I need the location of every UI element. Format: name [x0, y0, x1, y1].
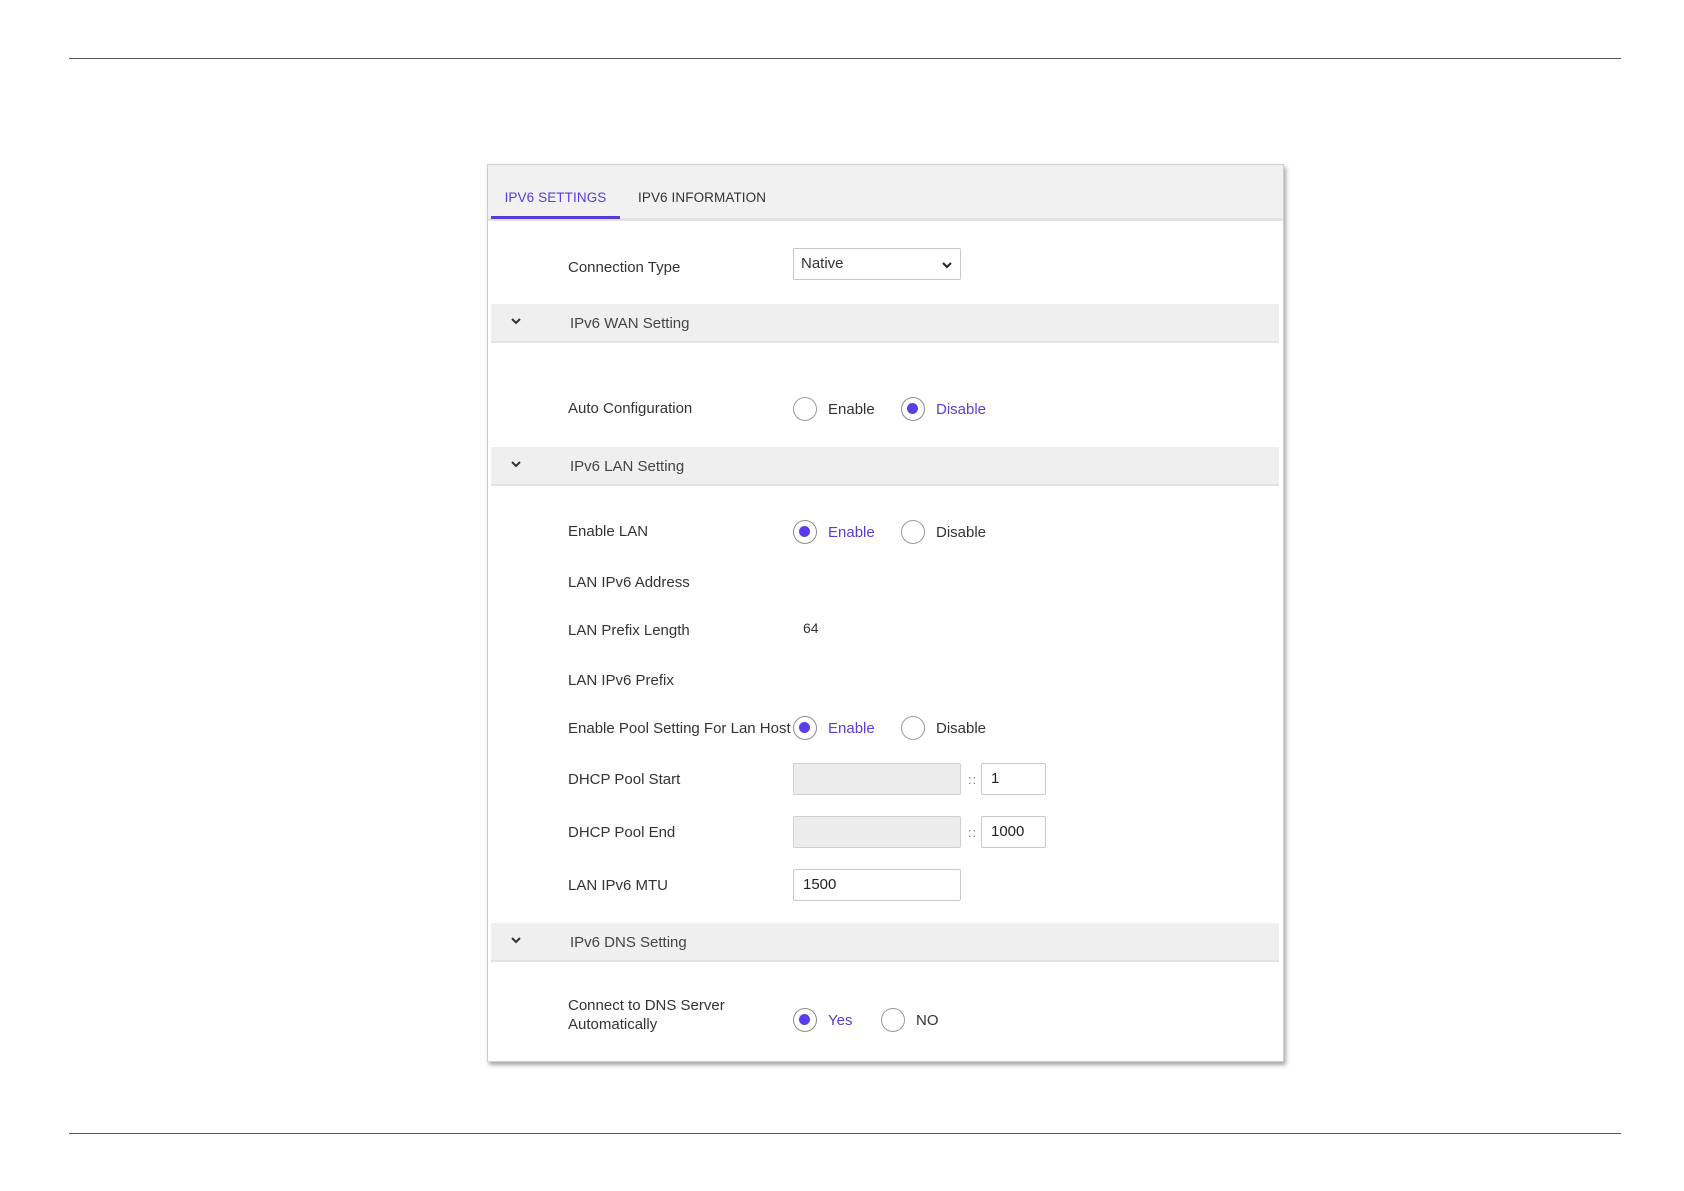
enable-lan-enable-label: Enable	[828, 524, 875, 541]
dhcp-pool-start-separator: ::	[968, 772, 978, 787]
chevron-down-icon	[942, 262, 952, 269]
connection-type-value: Native	[801, 255, 844, 272]
section-title: IPv6 DNS Setting	[570, 934, 687, 951]
page-bottom-rule	[69, 1133, 1621, 1134]
auto-config-enable-label: Enable	[828, 401, 875, 418]
dhcp-pool-start-prefix-input[interactable]	[793, 763, 961, 795]
dns-auto-yes-label: Yes	[828, 1012, 853, 1029]
chevron-down-icon[interactable]	[509, 457, 523, 471]
dns-auto-yes-radio[interactable]	[793, 1008, 817, 1032]
auto-config-disable-radio[interactable]	[901, 397, 925, 421]
enable-lan-label: Enable LAN	[568, 523, 649, 540]
dns-auto-no-radio[interactable]	[881, 1008, 905, 1032]
section-title: IPv6 WAN Setting	[570, 315, 690, 332]
chevron-down-icon[interactable]	[509, 314, 523, 328]
tab-ipv6-information[interactable]: IPV6 INFORMATION	[638, 165, 766, 219]
dns-auto-no-label: NO	[916, 1012, 939, 1029]
lan-ipv6-address-label: LAN IPv6 Address	[568, 574, 690, 591]
lan-ipv6-prefix-label: LAN IPv6 Prefix	[568, 672, 674, 689]
auto-config-disable-label: Disable	[936, 401, 987, 418]
ipv6-settings-panel: IPV6 SETTINGS IPV6 INFORMATION Connectio…	[487, 164, 1284, 1062]
dhcp-pool-start-suffix-input[interactable]: 1	[981, 763, 1046, 795]
dns-auto-label: Connect to DNS Server Automatically	[568, 996, 725, 1034]
dhcp-pool-end-separator: ::	[968, 825, 978, 840]
connection-type-select[interactable]: Native	[793, 248, 961, 280]
dhcp-pool-end-label: DHCP Pool End	[568, 824, 676, 841]
page-top-rule	[69, 58, 1621, 59]
auto-config-enable-radio[interactable]	[793, 397, 817, 421]
pool-setting-disable-label: Disable	[936, 720, 987, 737]
dhcp-pool-start-label: DHCP Pool Start	[568, 771, 681, 788]
tab-bar: IPV6 SETTINGS IPV6 INFORMATION	[488, 165, 1283, 221]
pool-setting-disable-radio[interactable]	[901, 716, 925, 740]
section-ipv6-lan[interactable]: IPv6 LAN Setting	[491, 447, 1279, 486]
dhcp-pool-end-suffix-input[interactable]: 1000	[981, 816, 1046, 848]
pool-setting-label: Enable Pool Setting For Lan Host	[568, 720, 791, 737]
enable-lan-enable-radio[interactable]	[793, 520, 817, 544]
enable-lan-disable-label: Disable	[936, 524, 987, 541]
enable-lan-disable-radio[interactable]	[901, 520, 925, 544]
dhcp-pool-end-prefix-input[interactable]	[793, 816, 961, 848]
pool-setting-enable-label: Enable	[828, 720, 875, 737]
section-title: IPv6 LAN Setting	[570, 458, 685, 475]
connection-type-label: Connection Type	[568, 259, 681, 276]
section-ipv6-dns[interactable]: IPv6 DNS Setting	[491, 923, 1279, 962]
dns-auto-label-line1: Connect to DNS Server	[568, 997, 725, 1014]
tab-ipv6-settings[interactable]: IPV6 SETTINGS	[491, 165, 620, 219]
lan-prefix-length-value: 64	[803, 620, 819, 636]
chevron-down-icon[interactable]	[509, 933, 523, 947]
auto-configuration-label: Auto Configuration	[568, 400, 693, 417]
lan-ipv6-mtu-input[interactable]: 1500	[793, 869, 961, 901]
dns-auto-label-line2: Automatically	[568, 1016, 658, 1033]
lan-ipv6-mtu-label: LAN IPv6 MTU	[568, 877, 669, 894]
section-ipv6-wan[interactable]: IPv6 WAN Setting	[491, 304, 1279, 343]
pool-setting-enable-radio[interactable]	[793, 716, 817, 740]
lan-prefix-length-label: LAN Prefix Length	[568, 622, 690, 639]
